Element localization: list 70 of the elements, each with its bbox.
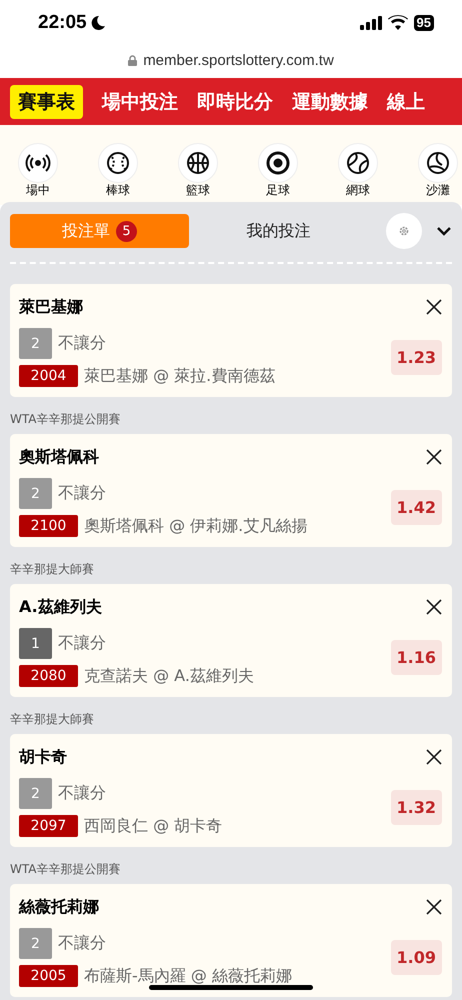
sport-label[interactable]: 籃球 — [186, 183, 210, 197]
tab-label: 投注單 — [62, 220, 110, 242]
sport-label[interactable]: 棒球 — [106, 183, 130, 197]
match-name: 西岡良仁 @ 胡卡奇 — [84, 816, 222, 836]
selection-name: 奧斯塔佩科 — [19, 446, 99, 468]
market-name: 不讓分 — [58, 633, 106, 654]
signal-icon — [360, 16, 382, 30]
match-code: 2097 — [19, 815, 78, 837]
odds-value[interactable]: 1.42 — [390, 490, 442, 525]
nav-tab[interactable]: 即時比分 — [197, 84, 273, 118]
volleyball-icon[interactable] — [418, 143, 458, 183]
match-name: 奧斯塔佩科 @ 伊莉娜.艾凡絲揚 — [84, 516, 308, 536]
match-name: 布薩斯-馬內羅 @ 絲薇托莉娜 — [84, 966, 292, 986]
bet-slip-tab[interactable]: 我的投注 — [189, 214, 368, 248]
bet-slip-tab[interactable]: 投注單 5 — [10, 214, 190, 248]
close-icon[interactable] — [426, 749, 442, 765]
odds-value[interactable]: 1.09 — [390, 940, 442, 975]
url-text: member.sportslottery.com.tw — [143, 52, 334, 68]
count-badge: 5 — [116, 220, 138, 242]
line-badge: 1 — [19, 628, 52, 659]
close-icon[interactable] — [426, 899, 442, 915]
nav-tab[interactable]: 賽事表 — [10, 84, 83, 118]
close-icon[interactable] — [426, 299, 442, 315]
match-code: 2080 — [19, 665, 78, 687]
tennis-ball-icon[interactable] — [338, 143, 378, 183]
wifi-icon — [388, 15, 408, 30]
sport-label[interactable]: 網球 — [346, 183, 370, 197]
market-name: 不讓分 — [58, 783, 106, 804]
match-code: 2004 — [19, 365, 78, 387]
tab-label: 我的投注 — [246, 220, 311, 242]
close-icon[interactable] — [426, 599, 442, 615]
selection-name: A.茲維列夫 — [19, 596, 102, 618]
close-icon[interactable] — [426, 449, 442, 465]
sport-label[interactable]: 場中 — [26, 183, 50, 197]
nav-tab[interactable]: 場中投注 — [102, 84, 178, 118]
market-name: 不讓分 — [58, 483, 106, 504]
match-code: 2005 — [19, 965, 78, 987]
market-name: 不讓分 — [58, 333, 106, 354]
soccer-ball-icon[interactable] — [258, 143, 298, 183]
league-name: WTA辛辛那提公開賽 — [10, 411, 122, 428]
selection-name: 萊巴基娜 — [19, 296, 83, 318]
nav-tab[interactable]: 線上 — [387, 84, 425, 118]
league-name: WTA辛辛那提公開賽 — [10, 861, 122, 878]
league-name: 辛辛那提大師賽 — [10, 711, 95, 728]
sport-label[interactable]: 足球 — [266, 183, 290, 197]
sport-label[interactable]: 沙灘 — [426, 183, 450, 197]
selection-name: 絲薇托莉娜 — [19, 896, 99, 918]
odds-value[interactable]: 1.32 — [390, 790, 442, 825]
odds-value[interactable]: 1.16 — [390, 640, 442, 675]
line-badge: 2 — [19, 478, 52, 509]
nav-tab[interactable]: 運動數據 — [292, 84, 368, 118]
selection-name: 胡卡奇 — [19, 746, 67, 768]
line-badge: 2 — [19, 328, 52, 359]
match-name: 萊巴基娜 @ 萊拉.費南德茲 — [84, 366, 276, 386]
settings-icon — [398, 225, 410, 237]
market-name: 不讓分 — [58, 933, 106, 954]
odds-value[interactable]: 1.23 — [390, 340, 442, 375]
match-code: 2100 — [19, 515, 78, 537]
broadcast-icon[interactable] — [18, 143, 58, 183]
line-badge: 2 — [19, 778, 52, 809]
baseball-icon[interactable] — [98, 143, 138, 183]
match-name: 克查諾夫 @ A.茲維列夫 — [84, 666, 254, 686]
status-time: 22:05 — [38, 12, 87, 34]
lock-icon — [128, 54, 138, 66]
chevron-down-icon[interactable] — [436, 226, 452, 236]
battery-level: 95 — [414, 14, 434, 30]
line-badge: 2 — [19, 928, 52, 959]
basketball-icon[interactable] — [178, 143, 218, 183]
moon-icon — [90, 14, 106, 30]
league-name: 辛辛那提大師賽 — [10, 561, 95, 578]
